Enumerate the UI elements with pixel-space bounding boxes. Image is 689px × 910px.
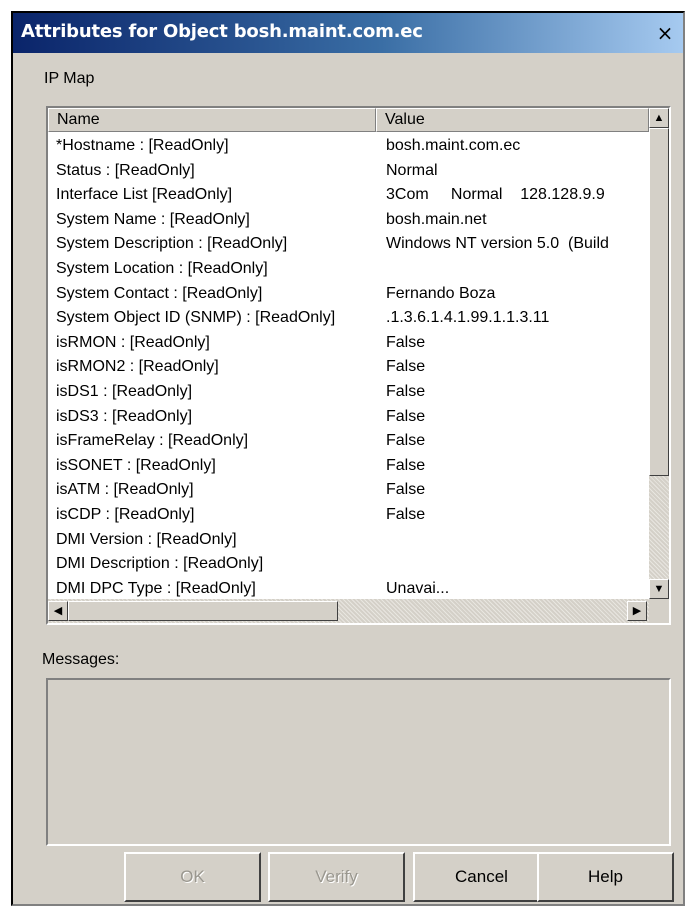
table-row[interactable]: Status : [ReadOnly] Normal [48, 159, 649, 184]
attribute-name: isFrameRelay : [ReadOnly] [56, 432, 249, 450]
verify-button[interactable]: Verify [268, 852, 405, 902]
attributes-dialog: Attributes for Object bosh.maint.com.ec … [11, 11, 685, 906]
attribute-value: Windows NT version 5.0 (Build [386, 235, 609, 253]
attribute-name: System Location : [ReadOnly] [56, 259, 268, 277]
attribute-name: isCDP : [ReadOnly] [56, 505, 195, 523]
attribute-value: False [386, 505, 426, 523]
table-row[interactable]: isDS3 : [ReadOnly] False [48, 405, 649, 430]
table-row[interactable]: System Name : [ReadOnly] bosh.main.net [48, 208, 649, 233]
table-row[interactable]: System Contact : [ReadOnly] Fernando Boza [48, 282, 649, 307]
attribute-name: isDS3 : [ReadOnly] [56, 407, 193, 425]
table-row[interactable]: isRMON2 : [ReadOnly] False [48, 355, 649, 380]
attribute-name: isRMON2 : [ReadOnly] [56, 358, 219, 376]
cancel-button[interactable]: Cancel [413, 852, 550, 902]
vertical-scroll-thumb[interactable] [649, 128, 669, 476]
close-icon[interactable]: × [653, 21, 677, 45]
attribute-name: System Object ID (SNMP) : [ReadOnly] [56, 309, 336, 327]
attribute-value: False [386, 358, 426, 376]
attribute-value: Fernando Boza [386, 284, 496, 302]
attribute-name: System Name : [ReadOnly] [56, 210, 250, 228]
table-row[interactable]: System Object ID (SNMP) : [ReadOnly] .1.3… [48, 306, 649, 331]
attribute-value: False [386, 432, 426, 450]
table-row[interactable]: isCDP : [ReadOnly] False [48, 503, 649, 528]
attribute-value: bosh.maint.com.ec [386, 137, 521, 154]
horizontal-scrollbar[interactable]: ◀ ▶ [48, 599, 649, 623]
dialog-title: Attributes for Object bosh.maint.com.ec [21, 21, 423, 42]
arrow-right-icon[interactable]: ▶ [627, 601, 647, 621]
table-row[interactable]: *Hostname : [ReadOnly] bosh.maint.com.ec [48, 134, 649, 159]
attribute-value: False [386, 382, 426, 400]
table-row[interactable]: isRMON : [ReadOnly] False [48, 331, 649, 356]
attributes-list-viewport: Name Value *Hostname : [ReadOnly] bosh.ma… [48, 108, 649, 599]
column-header-value[interactable]: Value [376, 108, 649, 132]
attribute-value: False [386, 407, 426, 425]
attribute-name: DMI DPC Type : [ReadOnly] [56, 579, 256, 597]
table-row[interactable]: DMI DPC Type : [ReadOnly] Unavai... [48, 577, 649, 599]
arrow-up-icon[interactable]: ▲ [649, 108, 669, 128]
attribute-name: isRMON : [ReadOnly] [56, 333, 210, 351]
list-header: Name Value [48, 108, 649, 132]
attribute-value: 3Com Normal 128.128.9.9 [386, 186, 605, 204]
arrow-down-icon[interactable]: ▼ [649, 579, 669, 599]
attribute-value: Unavai... [386, 579, 450, 597]
list-rows: *Hostname : [ReadOnly] bosh.maint.com.ec S… [48, 134, 649, 599]
table-row[interactable]: isATM : [ReadOnly] False [48, 478, 649, 503]
table-row[interactable]: Interface List [ReadOnly] 3Com Normal 128… [48, 183, 649, 208]
attribute-value: Normal [386, 161, 438, 179]
ok-button[interactable]: OK [124, 852, 261, 902]
title-bar[interactable]: Attributes for Object bosh.maint.com.ec … [13, 13, 683, 53]
attribute-value: False [386, 481, 426, 499]
messages-label: Messages: [42, 651, 120, 668]
vertical-scrollbar[interactable]: ▲ ▼ [649, 108, 669, 599]
attribute-value: .1.3.6.1.4.1.99.1.1.3.11 [386, 309, 550, 327]
table-row[interactable]: DMI Description : [ReadOnly] [48, 552, 649, 577]
attribute-name: DMI Description : [ReadOnly] [56, 555, 264, 573]
table-row[interactable]: System Location : [ReadOnly] [48, 257, 649, 282]
attribute-name: isATM : [ReadOnly] [56, 481, 194, 499]
attribute-name: System Description : [ReadOnly] [56, 235, 288, 253]
attributes-list[interactable]: Name Value *Hostname : [ReadOnly] bosh.ma… [46, 106, 671, 625]
table-row[interactable]: DMI Version : [ReadOnly] [48, 528, 649, 553]
attribute-name: DMI Version : [ReadOnly] [56, 530, 237, 548]
attribute-name: Status : [ReadOnly] [56, 161, 195, 179]
help-button[interactable]: Help [537, 852, 674, 902]
horizontal-scroll-thumb[interactable] [68, 601, 338, 621]
attribute-name: isSONET : [ReadOnly] [56, 456, 216, 474]
attribute-name: *Hostname : [ReadOnly] [56, 137, 229, 154]
attribute-value: False [386, 456, 426, 474]
messages-box[interactable] [46, 678, 671, 846]
attribute-name: Interface List [ReadOnly] [56, 186, 233, 204]
attribute-value: bosh.main.net [386, 210, 487, 228]
table-row[interactable]: isSONET : [ReadOnly] False [48, 454, 649, 479]
attribute-name: System Contact : [ReadOnly] [56, 284, 263, 302]
arrow-left-icon[interactable]: ◀ [48, 601, 68, 621]
table-row[interactable]: isDS1 : [ReadOnly] False [48, 380, 649, 405]
section-label-ip-map: IP Map [44, 70, 95, 87]
attribute-value: False [386, 333, 426, 351]
table-row[interactable]: System Description : [ReadOnly] Windows N… [48, 232, 649, 257]
attribute-name: isDS1 : [ReadOnly] [56, 382, 193, 400]
scrollbar-corner [649, 599, 669, 623]
table-row[interactable]: isFrameRelay : [ReadOnly] False [48, 429, 649, 454]
column-header-name[interactable]: Name [48, 108, 376, 132]
